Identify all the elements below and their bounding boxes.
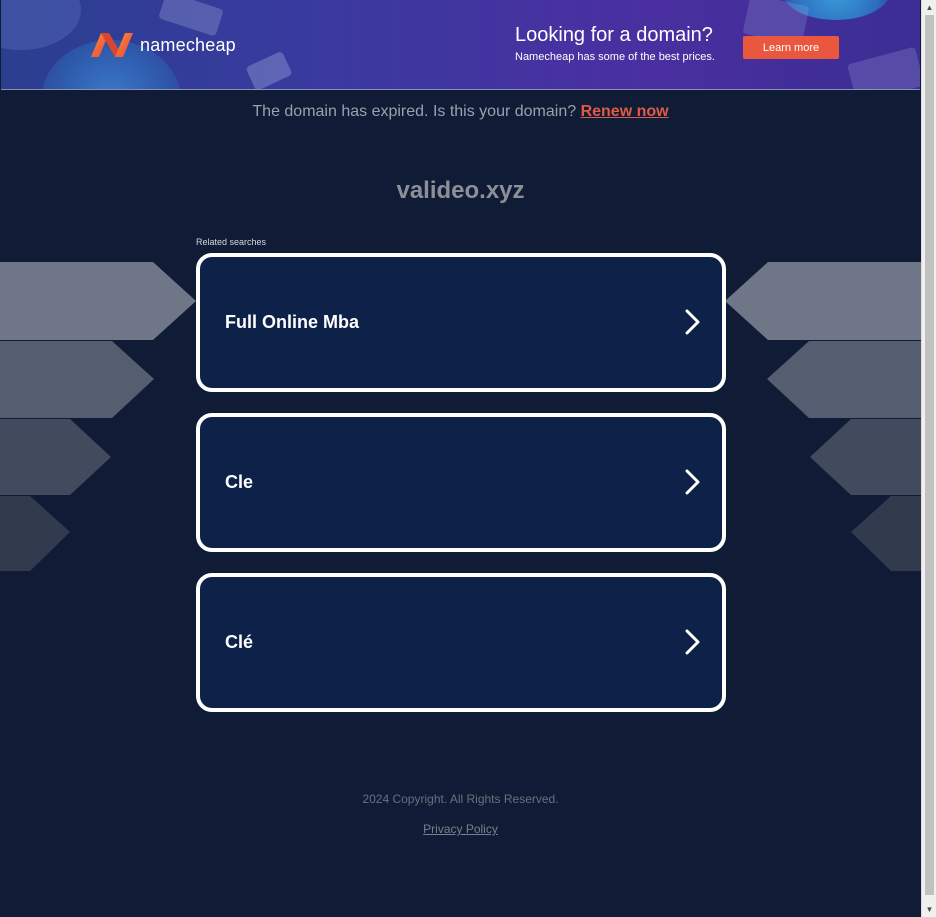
banner-paper-decoration xyxy=(245,50,293,89)
renew-now-link[interactable]: Renew now xyxy=(581,103,669,120)
chevron-right-icon xyxy=(685,469,700,495)
expired-notice: The domain has expired. Is this your dom… xyxy=(0,103,921,121)
related-search-label: Clé xyxy=(225,632,254,652)
expired-notice-text: The domain has expired. Is this your dom… xyxy=(252,103,577,120)
domain-name-title: valideo.xyz xyxy=(396,177,525,204)
scroll-down-arrow-icon[interactable]: ▼ xyxy=(922,902,936,917)
scroll-up-arrow-icon[interactable]: ▲ xyxy=(922,0,936,15)
promo-subtitle: Namecheap has some of the best prices. xyxy=(515,51,715,63)
related-search-label: Cle xyxy=(225,472,254,492)
right-arrow-decoration xyxy=(725,262,921,571)
promo-title: Looking for a domain? xyxy=(515,24,713,46)
vertical-scrollbar[interactable]: ▲ ▼ xyxy=(921,0,936,917)
chevron-right-icon xyxy=(685,629,700,655)
related-search-card[interactable]: Full Online Mba xyxy=(196,253,726,392)
scrollbar-thumb[interactable] xyxy=(925,15,934,895)
copyright-text: 2024 Copyright. All Rights Reserved. xyxy=(362,792,559,806)
brand-name: namecheap xyxy=(140,34,236,55)
namecheap-banner[interactable]: namecheap Looking for a domain? Namechea… xyxy=(1,0,920,90)
footer-links: Privacy Policy xyxy=(0,822,921,836)
related-search-label: Full Online Mba xyxy=(225,312,359,332)
banner-cloud-decoration xyxy=(1,0,81,50)
left-arrow-decoration xyxy=(0,262,196,571)
chevron-right-icon xyxy=(685,309,700,335)
related-searches-heading: Related searches xyxy=(196,237,267,247)
related-search-card[interactable]: Cle xyxy=(196,413,726,552)
parked-domain-page: namecheap Looking for a domain? Namechea… xyxy=(0,0,921,917)
namecheap-logo[interactable]: namecheap xyxy=(89,31,236,59)
namecheap-n-icon xyxy=(91,33,133,57)
learn-more-button[interactable]: Learn more xyxy=(743,36,839,59)
privacy-policy-link[interactable]: Privacy Policy xyxy=(423,822,498,836)
banner-paper-decoration xyxy=(847,46,920,89)
related-search-card[interactable]: Clé xyxy=(196,573,726,712)
